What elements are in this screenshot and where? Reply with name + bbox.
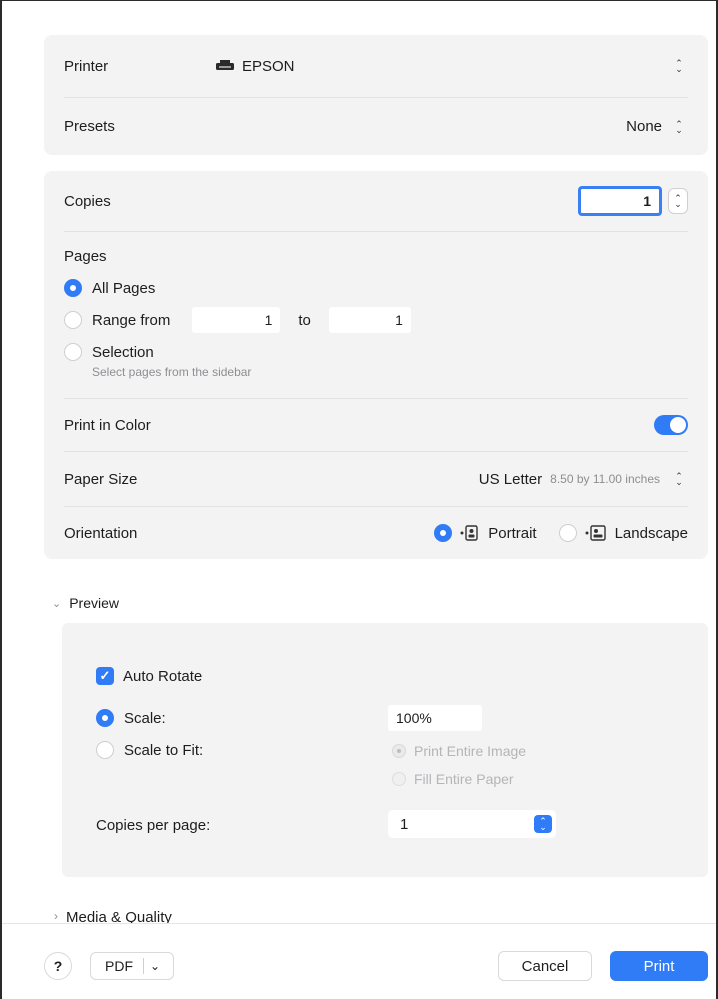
copies-stepper-icon[interactable]: ⌃ ⌄ — [668, 188, 688, 214]
pages-label: Pages — [64, 248, 107, 265]
presets-label: Presets — [64, 118, 115, 135]
color-toggle[interactable] — [654, 415, 688, 435]
print-entire-radio[interactable] — [392, 744, 406, 758]
print-dialog: Printer EPSON ⌃ ⌄ Presets None ⌃ ⌄ Copie… — [0, 0, 718, 999]
chevron-down-icon: ⌄ — [52, 597, 62, 610]
color-row: Print in Color — [44, 399, 708, 451]
footer-divider — [2, 923, 716, 924]
media-disclosure[interactable]: › Media & Quality — [54, 909, 172, 923]
help-label: ? — [53, 958, 63, 974]
range-to-label: to — [298, 311, 311, 329]
print-entire-option[interactable]: Print Entire Image — [392, 743, 526, 759]
portrait-icon — [460, 525, 478, 541]
paper-chevron-updown-icon[interactable]: ⌃ ⌄ — [670, 470, 688, 488]
print-label: Print — [643, 957, 675, 975]
scale-option[interactable]: Scale: — [96, 709, 166, 727]
orientation-row: Orientation Portrait Landscape — [44, 507, 708, 559]
print-entire-label: Print Entire Image — [414, 743, 527, 759]
pdf-label: PDF — [105, 958, 133, 974]
auto-rotate-option[interactable]: ✓ Auto Rotate — [96, 667, 202, 685]
all-pages-option[interactable]: All Pages — [64, 279, 688, 297]
scale-to-fit-radio[interactable] — [96, 741, 114, 759]
cancel-label: Cancel — [521, 957, 569, 975]
fill-entire-label: Fill Entire Paper — [414, 771, 514, 787]
cancel-button[interactable]: Cancel — [498, 951, 592, 981]
preview-disclosure[interactable]: ⌄ Preview — [52, 595, 119, 611]
pdf-menu-button[interactable]: PDF ⌄ — [90, 952, 174, 980]
preview-card: ✓ Auto Rotate Scale: 100% Scale to Fit: … — [62, 623, 708, 877]
printer-select[interactable]: EPSON — [216, 58, 295, 75]
range-radio[interactable] — [64, 311, 82, 329]
copies-per-page-value: 1 — [400, 815, 409, 833]
fill-entire-option[interactable]: Fill Entire Paper — [392, 771, 514, 787]
selection-option[interactable]: Selection — [64, 343, 688, 361]
range-from-input[interactable]: 1 — [192, 307, 281, 333]
color-label: Print in Color — [64, 416, 151, 434]
range-label: Range from — [92, 311, 171, 329]
copies-row: Copies 1 ⌃ ⌄ — [44, 171, 708, 231]
all-pages-radio[interactable] — [64, 279, 82, 297]
orientation-label: Orientation — [64, 524, 138, 542]
scale-radio[interactable] — [96, 709, 114, 727]
chevron-updown-icon: ⌃ ⌄ — [534, 815, 552, 833]
media-label: Media & Quality — [66, 909, 172, 923]
printer-icon — [216, 60, 234, 70]
presets-chevron-updown-icon[interactable]: ⌃ ⌄ — [670, 118, 688, 136]
settings-card: Copies 1 ⌃ ⌄ Pages All Pages Range from 1… — [44, 171, 708, 559]
paper-dims: 8.50 by 11.00 inches — [550, 472, 660, 486]
printer-value: EPSON — [242, 57, 295, 75]
auto-rotate-checkbox[interactable]: ✓ — [96, 667, 114, 685]
range-option[interactable]: Range from 1 to 1 — [64, 307, 688, 333]
auto-rotate-label: Auto Rotate — [123, 667, 203, 685]
presets-row[interactable]: Presets None ⌃ ⌄ — [44, 98, 708, 155]
copies-per-page-select[interactable]: 1 ⌃ ⌄ — [388, 810, 556, 838]
paper-row: Paper Size US Letter 8.50 by 11.00 inche… — [44, 452, 708, 506]
print-button[interactable]: Print — [610, 951, 708, 981]
scale-to-fit-option[interactable]: Scale to Fit: — [96, 741, 203, 759]
range-to-input[interactable]: 1 — [328, 307, 411, 333]
portrait-label: Portrait — [488, 524, 537, 542]
printer-chevron-updown-icon[interactable]: ⌃ ⌄ — [670, 57, 688, 75]
preview-label: Preview — [69, 595, 120, 611]
printer-card: Printer EPSON ⌃ ⌄ Presets None ⌃ ⌄ — [44, 35, 708, 155]
portrait-radio[interactable] — [434, 524, 453, 542]
landscape-radio[interactable] — [558, 524, 577, 542]
copies-per-page-label: Copies per page: — [96, 817, 211, 834]
paper-label: Paper Size — [64, 470, 138, 488]
landscape-icon — [585, 525, 606, 541]
selection-hint: Select pages from the sidebar — [92, 365, 252, 379]
scale-to-fit-label: Scale to Fit: — [124, 741, 204, 759]
landscape-label: Landscape — [614, 524, 688, 542]
selection-label: Selection — [92, 343, 154, 361]
presets-select[interactable]: None ⌃ ⌄ — [626, 118, 688, 136]
printer-label: Printer — [64, 57, 109, 75]
help-button[interactable]: ? — [44, 952, 72, 980]
chevron-right-icon: › — [54, 909, 58, 923]
selection-radio[interactable] — [64, 343, 82, 361]
copies-label: Copies — [64, 192, 111, 210]
all-pages-label: All Pages — [92, 279, 156, 297]
printer-row[interactable]: Printer EPSON ⌃ ⌄ — [44, 35, 708, 97]
paper-value: US Letter — [478, 470, 543, 488]
scale-input[interactable]: 100% — [388, 705, 482, 731]
scale-label: Scale: — [124, 709, 166, 727]
paper-select[interactable]: US Letter 8.50 by 11.00 inches ⌃ ⌄ — [479, 470, 688, 488]
fill-entire-radio[interactable] — [392, 772, 406, 786]
presets-value: None — [626, 118, 662, 135]
copies-input[interactable]: 1 — [578, 186, 662, 216]
pages-section: Pages All Pages Range from 1 to 1 Select… — [44, 232, 708, 398]
chevron-down-icon: ⌄ — [150, 959, 161, 973]
